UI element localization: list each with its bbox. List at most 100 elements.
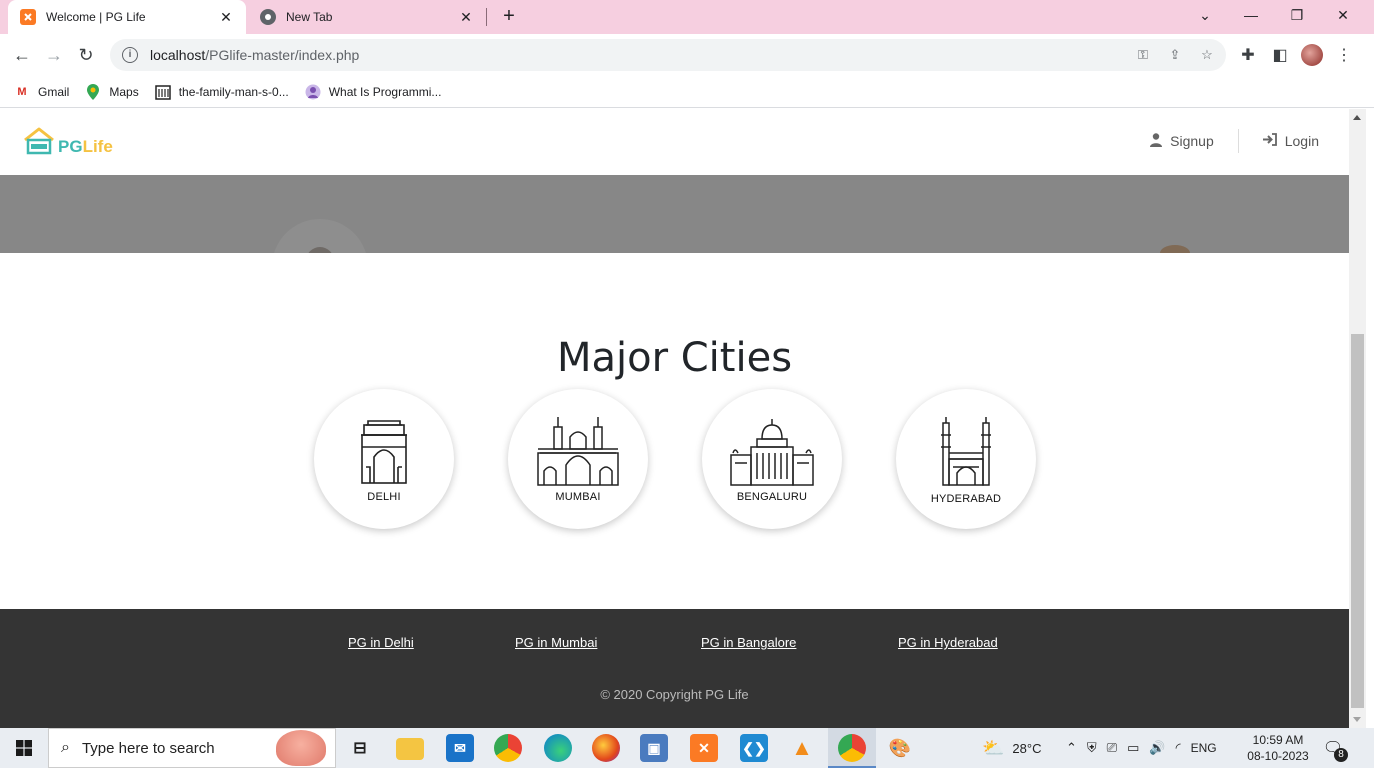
tab-title: New Tab <box>286 10 333 24</box>
tab-separator <box>486 8 487 26</box>
windows-start-button[interactable] <box>0 728 48 768</box>
xampp-icon[interactable]: ✕ <box>690 734 718 762</box>
profile-avatar[interactable] <box>1298 41 1326 69</box>
city-name: DELHI <box>367 491 401 503</box>
weather-temp: 28°C <box>1012 740 1042 756</box>
site-footer: PG in Delhi PG in Mumbai PG in Bangalore… <box>0 609 1349 728</box>
vlc-icon[interactable]: ▲ <box>788 734 816 762</box>
page-viewport: PGLife Signup Login Major Cities DELHI M… <box>0 109 1349 728</box>
chevron-up-icon[interactable]: ⌃ <box>1066 740 1077 756</box>
bookmark-label: Gmail <box>38 84 70 99</box>
share-icon[interactable]: ⇪ <box>1164 45 1186 65</box>
footer-link-delhi[interactable]: PG in Delhi <box>348 635 414 650</box>
maps-pin-icon <box>85 83 101 100</box>
chrome-active-icon[interactable] <box>838 734 866 762</box>
building-icon <box>154 84 171 100</box>
banner-photo-detail <box>272 219 368 253</box>
bookmark-label: What Is Programmi... <box>328 84 442 99</box>
gmail-icon: M <box>17 85 27 98</box>
clock-date: 08-10-2023 <box>1247 749 1309 763</box>
language-indicator[interactable]: ENG <box>1191 741 1217 755</box>
bookmark-maps[interactable]: Maps <box>85 83 139 100</box>
bookmark-what-is-programming[interactable]: What Is Programmi... <box>305 84 442 100</box>
city-card-hyderabad[interactable]: HYDERABAD <box>896 389 1036 529</box>
footer-link-mumbai[interactable]: PG in Mumbai <box>515 635 597 650</box>
side-panel-icon[interactable]: ◧ <box>1266 41 1294 69</box>
bookmarks-bar: M Gmail Maps the-family-man-s-0... What … <box>0 76 1374 108</box>
india-gate-icon <box>361 420 407 484</box>
close-window-button[interactable]: ✕ <box>1320 0 1366 30</box>
gateway-of-india-icon <box>537 417 619 486</box>
battery-icon[interactable]: ▭ <box>1127 740 1139 756</box>
page-scrollbar[interactable] <box>1349 109 1366 728</box>
tab-welcome-pg-life[interactable]: Welcome | PG Life ✕ <box>8 0 246 34</box>
tab-new-tab[interactable]: New Tab ✕ <box>248 0 486 34</box>
wifi-icon[interactable]: ◜ <box>1176 740 1181 756</box>
meet-now-icon[interactable]: ⎚ <box>1107 740 1117 756</box>
city-name: HYDERABAD <box>930 493 1002 505</box>
minimize-button[interactable]: — <box>1228 0 1274 30</box>
xampp-favicon-icon <box>20 9 36 25</box>
bookmark-family-man[interactable]: the-family-man-s-0... <box>154 84 289 100</box>
hero-banner-image <box>0 175 1349 253</box>
copyright-text: © 2020 Copyright PG Life <box>600 687 749 702</box>
windows-taskbar: ⌕ Type here to search ⊟ ✉ ▣ ✕ ❮❯ ▲ 🎨 ⛅ 2… <box>0 728 1374 768</box>
major-cities-section: Major Cities DELHI MUMBAI BENGALURU HYDE… <box>0 253 1349 609</box>
browser-tabstrip: Welcome | PG Life ✕ New Tab ✕ + ⌄ — ❐ ✕ <box>0 0 1374 34</box>
security-icon[interactable]: ⛨ <box>1087 740 1097 756</box>
city-card-mumbai[interactable]: MUMBAI <box>508 389 648 529</box>
chrome-favicon-icon <box>260 9 276 25</box>
star-bookmark-icon[interactable]: ☆ <box>1196 45 1218 65</box>
task-view-icon[interactable]: ⊟ <box>346 734 374 762</box>
city-card-delhi[interactable]: DELHI <box>314 389 454 529</box>
login-link[interactable]: Login <box>1239 133 1319 149</box>
pglife-logo[interactable]: PGLife <box>22 127 113 157</box>
person-avatar-icon <box>305 84 321 100</box>
user-icon <box>1150 132 1163 150</box>
forward-arrow-icon[interactable]: → <box>40 41 68 69</box>
file-explorer-icon[interactable] <box>396 738 424 760</box>
new-tab-button[interactable]: + <box>498 5 520 27</box>
vidhana-soudha-icon <box>730 419 814 486</box>
footer-link-hyderabad[interactable]: PG in Hyderabad <box>898 635 998 650</box>
close-tab-icon[interactable]: ✕ <box>458 9 474 25</box>
banner-photo-detail <box>1160 245 1190 253</box>
tab-search-chevron-icon[interactable]: ⌄ <box>1182 0 1228 30</box>
more-menu-icon[interactable]: ⋮ <box>1330 41 1358 69</box>
bookmark-label: the-family-man-s-0... <box>178 84 289 99</box>
system-tray: ⌃ ⛨ ⎚ ▭ 🔊 ◜ ENG <box>1066 728 1217 768</box>
system-clock[interactable]: 10:59 AM 08-10-2023 <box>1244 732 1312 764</box>
volume-icon[interactable]: 🔊 <box>1149 740 1165 756</box>
weather-widget[interactable]: ⛅ 28°C <box>982 728 1041 768</box>
edge-icon[interactable] <box>544 734 572 762</box>
scroll-up-arrow-icon[interactable] <box>1353 115 1361 120</box>
url-text: localhost/PGlife-master/index.php <box>150 47 360 63</box>
weather-icon: ⛅ <box>982 737 1005 758</box>
mail-icon[interactable]: ✉ <box>446 734 474 762</box>
extensions-puzzle-icon[interactable]: ✚ <box>1234 41 1262 69</box>
vscode-icon[interactable]: ❮❯ <box>740 734 768 762</box>
bookmark-label: Maps <box>109 84 139 99</box>
restore-button[interactable]: ❐ <box>1274 0 1320 30</box>
firefox-icon[interactable] <box>592 734 620 762</box>
footer-link-bangalore[interactable]: PG in Bangalore <box>701 635 796 650</box>
reload-icon[interactable]: ↻ <box>72 41 100 69</box>
charminar-icon <box>941 417 991 486</box>
address-bar[interactable]: i localhost/PGlife-master/index.php ⚿ ⇪ … <box>110 39 1226 71</box>
clock-time: 10:59 AM <box>1252 733 1304 747</box>
bookmark-gmail[interactable]: M Gmail <box>14 84 69 100</box>
search-highlight-octopus-icon <box>276 730 326 766</box>
chrome-icon[interactable] <box>494 734 522 762</box>
signup-link[interactable]: Signup <box>1126 132 1238 150</box>
site-info-icon[interactable]: i <box>122 47 138 63</box>
back-arrow-icon[interactable]: ← <box>8 41 36 69</box>
paint-icon[interactable]: 🎨 <box>886 734 914 762</box>
key-icon[interactable]: ⚿ <box>1132 45 1154 65</box>
scrollbar-thumb[interactable] <box>1351 334 1364 708</box>
scroll-down-arrow-icon[interactable] <box>1353 717 1361 722</box>
login-label: Login <box>1284 133 1319 149</box>
city-card-bengaluru[interactable]: BENGALURU <box>702 389 842 529</box>
remote-desktop-icon[interactable]: ▣ <box>640 734 668 762</box>
search-placeholder: Type here to search <box>81 739 215 757</box>
close-tab-icon[interactable]: ✕ <box>218 9 234 25</box>
